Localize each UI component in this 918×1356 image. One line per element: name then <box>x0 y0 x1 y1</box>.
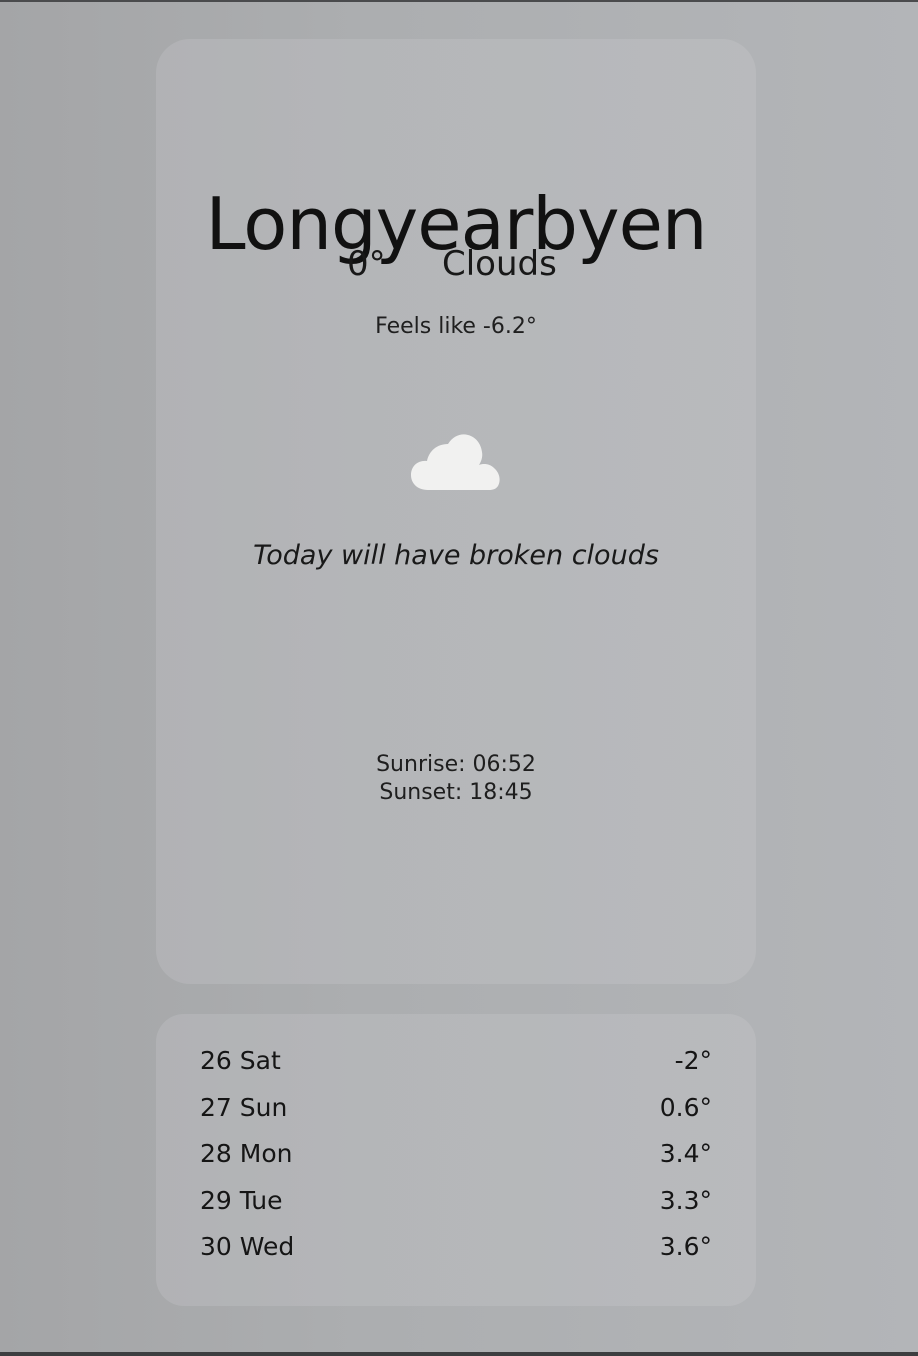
forecast-list: 26 Sat -2° 27 Sun 0.6° 28 Mon 3.4° 29 Tu… <box>200 1044 712 1277</box>
current-temperature: 0° <box>347 244 386 284</box>
window-bottom-border <box>0 1352 918 1356</box>
sunset-time: Sunset: 18:45 <box>379 780 533 805</box>
forecast-temperature: 3.6° <box>659 1232 712 1261</box>
forecast-row: 28 Mon 3.4° <box>200 1137 712 1184</box>
weather-description: Today will have broken clouds <box>253 540 659 571</box>
current-weather-card: Longyearbyen 0° Clouds Feels like -6.2° … <box>156 39 756 984</box>
forecast-temperature: -2° <box>674 1046 712 1075</box>
forecast-row: 30 Wed 3.6° <box>200 1230 712 1277</box>
forecast-day: 27 Sun <box>200 1092 288 1122</box>
feels-like-text: Feels like -6.2° <box>375 314 537 339</box>
sunrise-time: Sunrise: 06:52 <box>376 752 536 777</box>
cloud-icon <box>411 434 500 490</box>
forecast-day: 30 Wed <box>200 1232 295 1261</box>
forecast-row: 27 Sun 0.6° <box>200 1091 712 1138</box>
forecast-temperature: 0.6° <box>659 1092 712 1122</box>
forecast-day: 26 Sat <box>200 1046 281 1075</box>
temperature-row: 0° Clouds <box>156 239 756 289</box>
forecast-temperature: 3.3° <box>659 1185 712 1215</box>
forecast-temperature: 3.4° <box>659 1139 712 1168</box>
weather-condition: Clouds <box>442 244 557 284</box>
window-top-border <box>0 0 918 2</box>
forecast-day: 29 Tue <box>200 1185 283 1215</box>
forecast-card: 26 Sat -2° 27 Sun 0.6° 28 Mon 3.4° 29 Tu… <box>156 1014 756 1306</box>
sun-times: Sunrise: 06:52 Sunset: 18:45 <box>156 751 756 807</box>
forecast-day: 28 Mon <box>200 1139 293 1168</box>
forecast-row: 29 Tue 3.3° <box>200 1184 712 1231</box>
forecast-row: 26 Sat -2° <box>200 1044 712 1091</box>
